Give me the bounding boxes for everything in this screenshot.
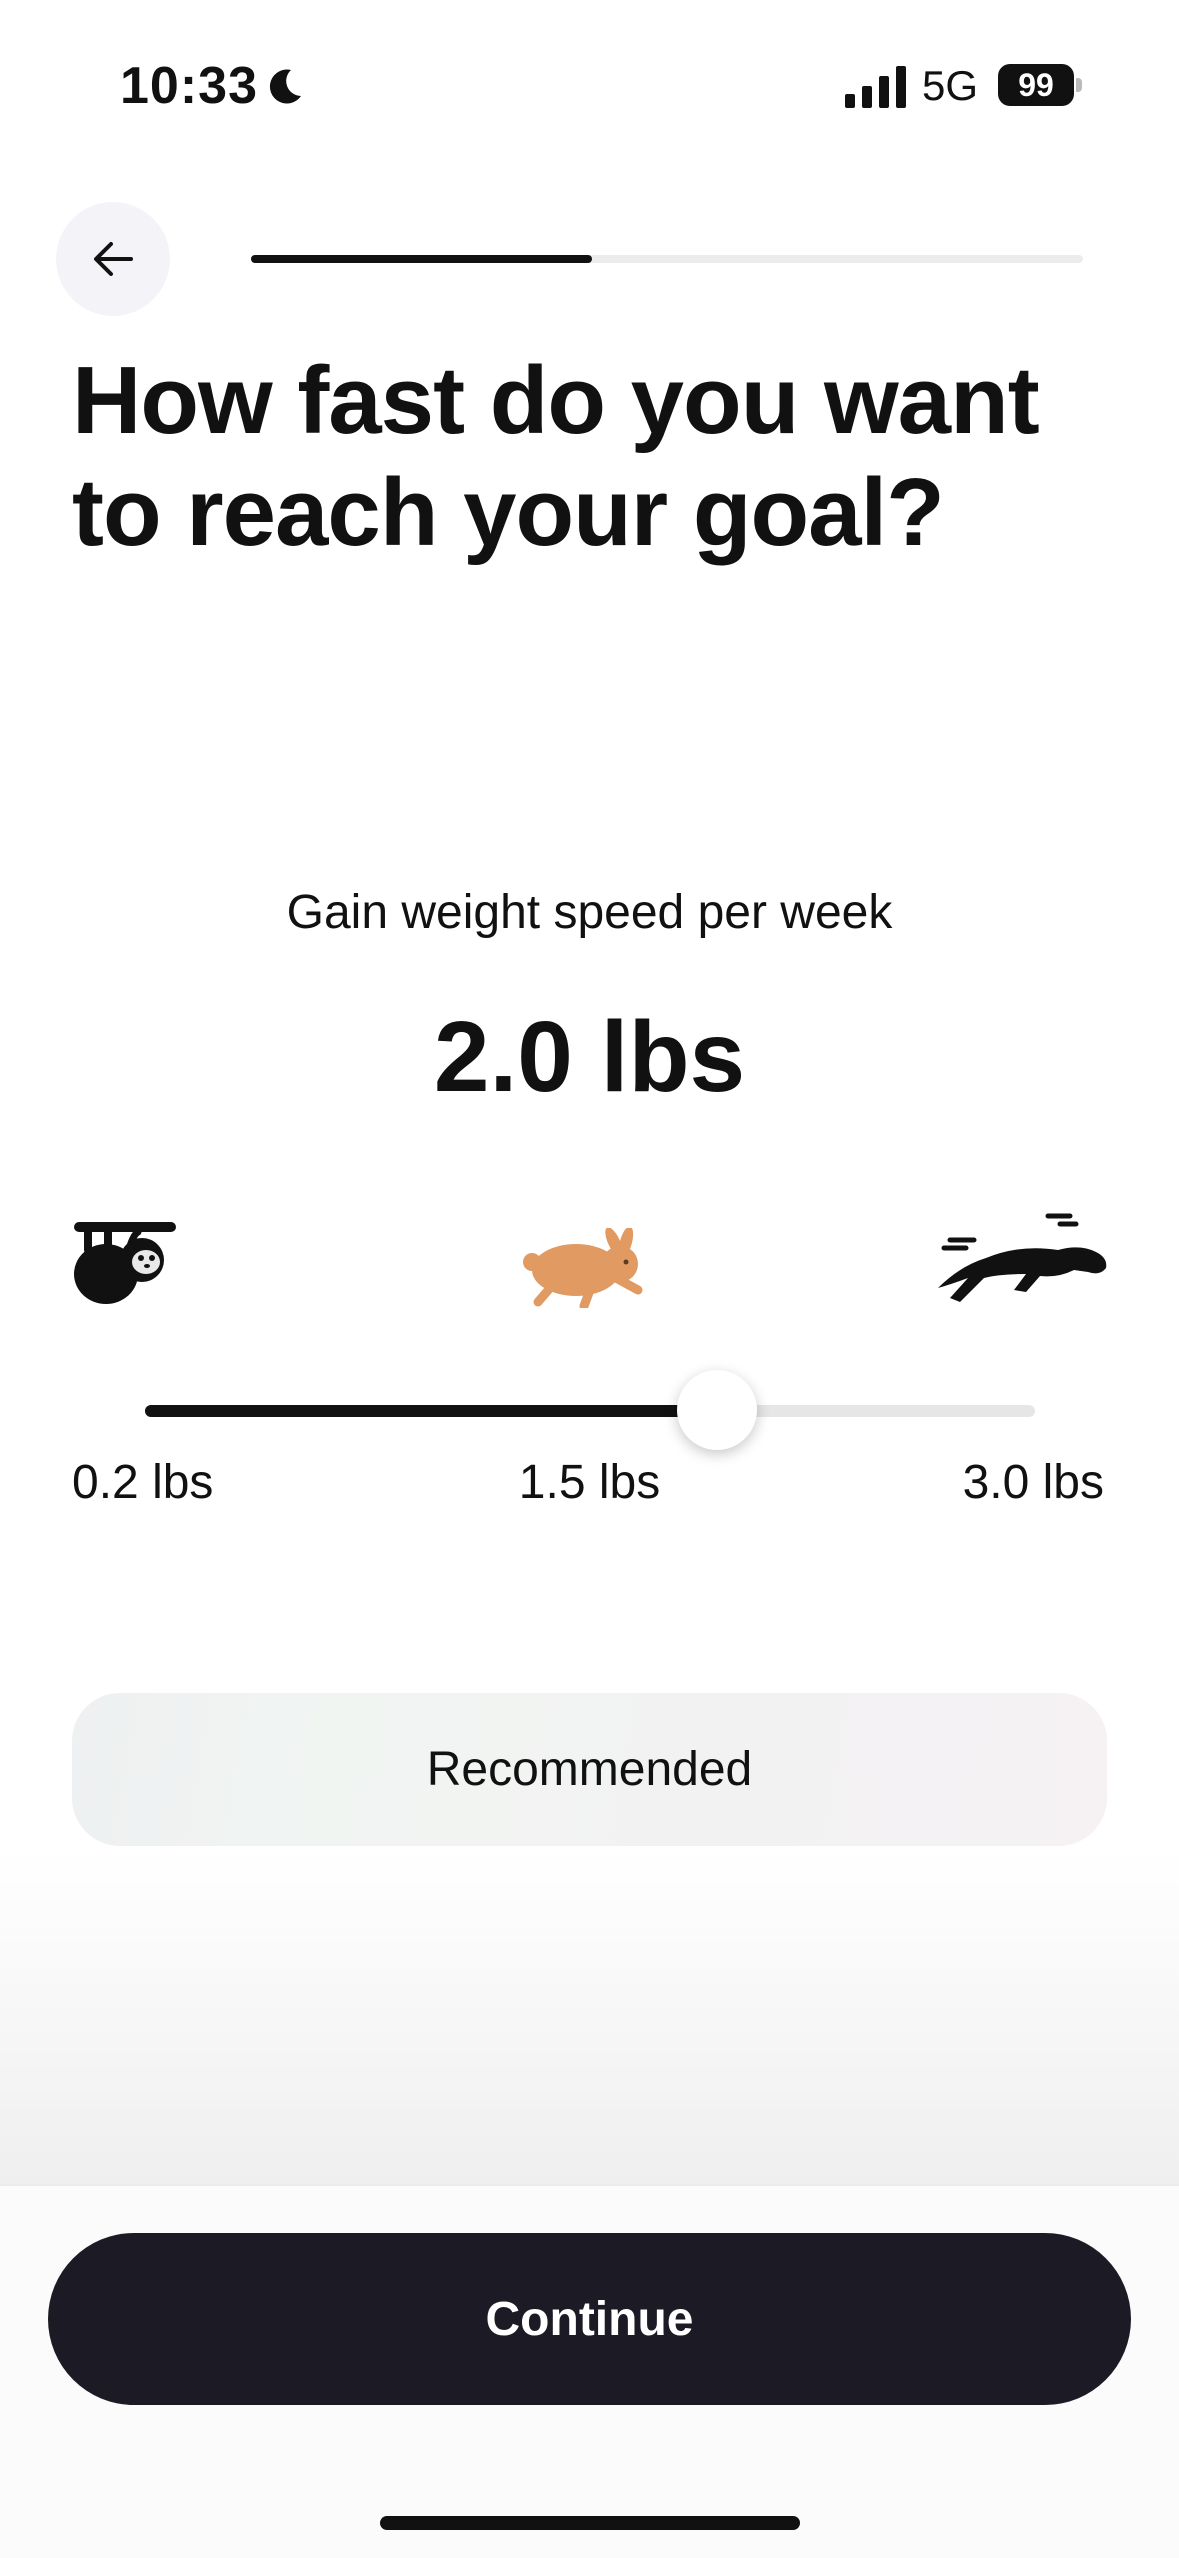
status-time: 10:33 [120, 57, 258, 115]
moon-icon [269, 69, 301, 104]
slider-thumb[interactable] [677, 1370, 758, 1450]
signal-icon [845, 66, 906, 108]
arrow-left-icon [94, 242, 133, 276]
speed-slider[interactable] [145, 1370, 1035, 1450]
background-fade [0, 1850, 1179, 2185]
onboarding-progress [251, 255, 1083, 263]
speed-label: Gain weight speed per week [286, 886, 893, 939]
battery-icon: 99 [998, 64, 1074, 106]
continue-button[interactable]: Continue [48, 2233, 1131, 2405]
onboarding-progress-fill [251, 255, 593, 263]
network-label: 5G [922, 62, 979, 109]
recommended-badge: Recommended [72, 1693, 1107, 1846]
back-button[interactable] [56, 202, 170, 316]
panther-icon [938, 1213, 1107, 1302]
speed-value: 2.0 lbs [433, 1001, 746, 1113]
sloth-icon [74, 1222, 176, 1304]
home-indicator [380, 2516, 800, 2530]
rabbit-icon [523, 1228, 643, 1308]
battery-tip [1076, 78, 1082, 92]
page-title: How fast do you want to reach your goal? [72, 347, 1040, 566]
slider-fill [145, 1405, 718, 1417]
slider-max-label: 3.0 lbs [962, 1456, 1104, 1509]
